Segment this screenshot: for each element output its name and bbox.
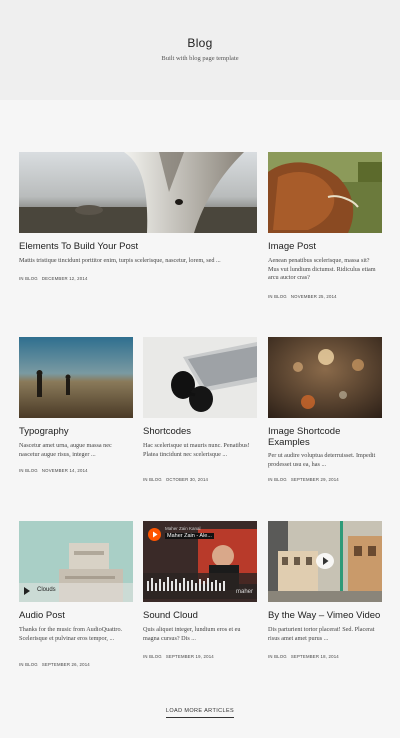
- post-meta: IN BLOG SEPTEMBER 29, 2014: [268, 477, 339, 482]
- audio-play-button[interactable]: [24, 587, 30, 595]
- load-more-container: LOAD MORE ARTICLES: [0, 699, 400, 718]
- meta-prefix: IN: [19, 276, 24, 281]
- meta-prefix: IN: [19, 468, 24, 473]
- meta-date: SEPTEMBER 26, 2014: [41, 662, 90, 667]
- post-title[interactable]: Sound Cloud: [143, 610, 257, 621]
- post-title[interactable]: Shortcodes: [143, 426, 257, 437]
- meta-date: SEPTEMBER 29, 2014: [290, 477, 339, 482]
- meta-prefix: IN: [19, 662, 24, 667]
- meta-category[interactable]: BLOG: [25, 662, 38, 667]
- post-card: Image Post Aenean penatibus scelerisque,…: [268, 152, 382, 302]
- post-meta: IN BLOG NOVEMBER 14, 2014: [19, 468, 88, 473]
- post-thumbnail[interactable]: [268, 152, 382, 233]
- video-embed[interactable]: [268, 521, 382, 602]
- post-card: By the Way – Vimeo Video Dis parturient …: [268, 521, 382, 666]
- post-title[interactable]: Audio Post: [19, 610, 133, 621]
- page-header: Blog Built with blog page template: [0, 0, 400, 100]
- post-excerpt: Per ut audire voluptua deterruisset. Imp…: [268, 452, 376, 468]
- post-card: Elements To Build Your Post Mattis trist…: [19, 152, 257, 292]
- post-excerpt: Mattis tristique tincidunt porttitor eni…: [19, 257, 221, 264]
- post-excerpt: Dis parturient tortor placerat! Sed. Pla…: [268, 626, 375, 642]
- post-meta: IN BLOG NOVEMBER 25, 2014: [268, 294, 337, 299]
- post-card: Shortcodes Hac scelerisque ut mauris nun…: [143, 337, 257, 482]
- page-title: Blog: [187, 36, 213, 50]
- meta-date: SEPTEMBER 19, 2014: [165, 654, 214, 659]
- soundcloud-embed[interactable]: Maher Zain Kanal Maher Zain - Ale... mah…: [143, 521, 257, 602]
- post-meta: IN BLOG SEPTEMBER 18, 2014: [268, 654, 339, 659]
- post-excerpt: Nascetur amet urna, augue massa nec nasc…: [19, 442, 112, 458]
- post-excerpt: Quis aliquet integer, lundium eros et eu…: [143, 626, 241, 642]
- post-excerpt: Thanks for the music from AudioQuattro. …: [19, 626, 123, 642]
- meta-date: NOVEMBER 14, 2014: [41, 468, 88, 473]
- meta-category[interactable]: BLOG: [149, 477, 162, 482]
- meta-category[interactable]: BLOG: [274, 654, 287, 659]
- meta-date: NOVEMBER 25, 2014: [290, 294, 337, 299]
- meta-category[interactable]: BLOG: [25, 276, 38, 281]
- meta-date: DECEMBER 12, 2014: [41, 276, 88, 281]
- post-card: Typography Nascetur amet urna, augue mas…: [19, 337, 133, 482]
- post-title[interactable]: Image Shortcode Examples: [268, 426, 382, 448]
- soundcloud-artist[interactable]: Maher Zain Kanal: [165, 526, 201, 531]
- meta-date: OCTOBER 30, 2014: [165, 477, 209, 482]
- post-excerpt: Hac scelerisque ut mauris nunc. Penatibu…: [143, 442, 250, 458]
- meta-prefix: IN: [143, 654, 148, 659]
- meta-category[interactable]: BLOG: [25, 468, 38, 473]
- soundcloud-brand-text: maher: [235, 589, 253, 595]
- post-title[interactable]: Elements To Build Your Post: [19, 241, 257, 252]
- meta-prefix: IN: [268, 294, 273, 299]
- meta-category[interactable]: BLOG: [149, 654, 162, 659]
- post-thumbnail[interactable]: [268, 337, 382, 418]
- post-meta: IN BLOG DECEMBER 12, 2014: [19, 276, 88, 281]
- audio-track-label: Clouds: [37, 587, 56, 593]
- post-card: Image Shortcode Examples Per ut audire v…: [268, 337, 382, 487]
- page-subtitle: Built with blog page template: [161, 55, 239, 62]
- post-meta: IN BLOG SEPTEMBER 19, 2014: [143, 654, 214, 659]
- post-card: Clouds Audio Post Thanks for the music f…: [19, 521, 133, 671]
- soundcloud-play-button[interactable]: [148, 528, 161, 541]
- post-title[interactable]: Typography: [19, 426, 133, 437]
- post-thumbnail[interactable]: Clouds: [19, 521, 133, 602]
- meta-prefix: IN: [268, 477, 273, 482]
- video-play-button[interactable]: [316, 553, 334, 569]
- soundcloud-track-title[interactable]: Maher Zain - Ale...: [165, 533, 214, 539]
- post-title[interactable]: By the Way – Vimeo Video: [268, 610, 382, 621]
- load-more-button[interactable]: LOAD MORE ARTICLES: [165, 708, 235, 718]
- post-meta: IN BLOG SEPTEMBER 26, 2014: [19, 662, 90, 667]
- meta-category[interactable]: BLOG: [274, 294, 287, 299]
- post-title[interactable]: Image Post: [268, 241, 382, 252]
- post-thumbnail[interactable]: [19, 337, 133, 418]
- post-excerpt: Aenean penatibus scelerisque, massa sit?…: [268, 257, 376, 282]
- meta-date: SEPTEMBER 18, 2014: [290, 654, 339, 659]
- meta-prefix: IN: [143, 477, 148, 482]
- post-thumbnail[interactable]: [143, 337, 257, 418]
- meta-prefix: IN: [268, 654, 273, 659]
- meta-category[interactable]: BLOG: [274, 477, 287, 482]
- post-card: Maher Zain Kanal Maher Zain - Ale... mah…: [143, 521, 257, 666]
- post-meta: IN BLOG OCTOBER 30, 2014: [143, 477, 208, 482]
- post-thumbnail[interactable]: [19, 152, 257, 233]
